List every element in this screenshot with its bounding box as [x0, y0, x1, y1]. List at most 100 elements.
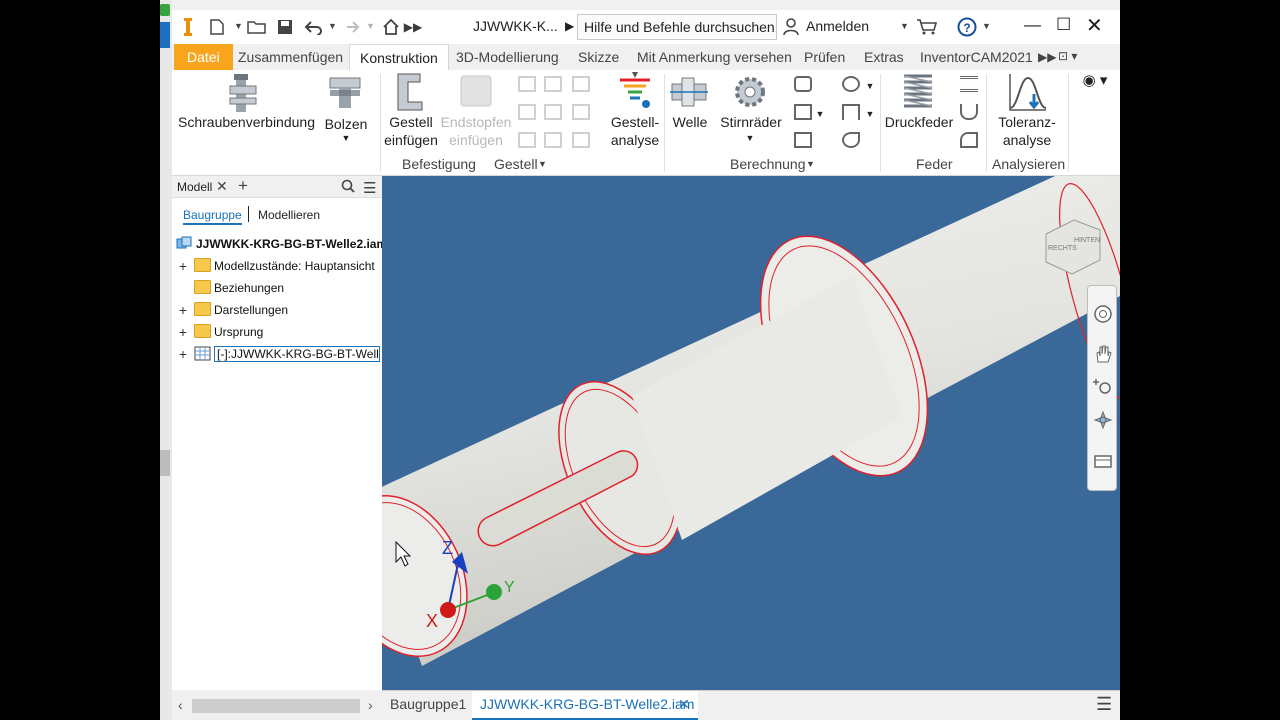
- subtab-modellieren[interactable]: Modellieren: [258, 208, 320, 222]
- user-icon[interactable]: [782, 16, 800, 38]
- gestell-analyse-icon[interactable]: [616, 72, 654, 112]
- feder-tool-icon[interactable]: [960, 76, 978, 92]
- expand-plus-icon[interactable]: +: [178, 258, 188, 274]
- resize-grip[interactable]: [160, 450, 170, 476]
- tree-item-darstellungen[interactable]: + Darstellungen: [172, 300, 382, 320]
- expand-plus-icon[interactable]: +: [178, 346, 188, 362]
- zoom-icon[interactable]: [1093, 376, 1113, 396]
- berechnung-tool-icon[interactable]: [842, 132, 860, 148]
- gestell-tool-icon[interactable]: [518, 76, 536, 92]
- gestell-tool-icon[interactable]: [572, 132, 590, 148]
- tree-root[interactable]: JJWWKK-KRG-BG-BT-Welle2.iam: [172, 234, 387, 254]
- tool-dropdown-icon[interactable]: ▼: [864, 106, 876, 123]
- endstopfen-icon[interactable]: [459, 74, 493, 108]
- title-arrow-icon[interactable]: ▶: [565, 19, 574, 33]
- toleranzanalyse-label-1[interactable]: Toleranz-: [988, 114, 1066, 131]
- panel-toggle-icon[interactable]: ⊡ ▾: [1058, 44, 1077, 70]
- maximize-icon[interactable]: ☐: [1056, 15, 1071, 35]
- home-icon[interactable]: [380, 16, 402, 38]
- gestell-tool-icon[interactable]: [518, 104, 536, 120]
- berechnung-tool-icon[interactable]: [794, 132, 812, 148]
- tab-mit-anmerkung[interactable]: Mit Anmerkung versehen: [637, 44, 792, 70]
- toleranzanalyse-icon[interactable]: [1008, 72, 1048, 112]
- browser-tab-modell[interactable]: Modell: [177, 180, 212, 194]
- scrollbar-thumb[interactable]: [192, 699, 360, 713]
- help-search-input[interactable]: Hilfe und Befehle durchsuchen...: [577, 14, 777, 40]
- steering-wheel-icon[interactable]: [1093, 304, 1113, 324]
- berechnung-tool-icon[interactable]: [794, 104, 812, 120]
- help-dropdown-icon[interactable]: ▼: [982, 21, 991, 31]
- endstopfen-label-1[interactable]: Endstopfen: [434, 114, 518, 131]
- stirnraeder-icon[interactable]: [730, 72, 770, 112]
- expand-plus-icon[interactable]: +: [178, 302, 188, 318]
- tab-inventorcam[interactable]: InventorCAM2021: [920, 44, 1033, 70]
- feder-tool-icon[interactable]: [960, 104, 978, 120]
- berechnung-tool-icon[interactable]: [794, 76, 812, 92]
- gestell-tool-icon[interactable]: [544, 104, 562, 120]
- berechnung-group-dropdown-icon[interactable]: ▼: [806, 159, 815, 169]
- help-icon[interactable]: ?: [956, 16, 978, 38]
- inventor-logo-icon[interactable]: [178, 16, 198, 38]
- tab-skizze[interactable]: Skizze: [578, 44, 619, 70]
- browser-add-icon[interactable]: +: [238, 176, 248, 196]
- pan-hand-icon[interactable]: [1093, 344, 1113, 364]
- stirnraeder-button[interactable]: Stirnräder: [718, 114, 784, 131]
- view-face-icon[interactable]: [1093, 452, 1113, 470]
- berechnung-tool-icon[interactable]: [842, 76, 860, 92]
- undo-icon[interactable]: [302, 16, 324, 38]
- tab-3d-modellierung[interactable]: 3D-Modellierung: [456, 44, 559, 70]
- doc-tab-close-icon[interactable]: ✕: [678, 696, 690, 713]
- gestell-analyse-label-2[interactable]: analyse: [602, 132, 668, 149]
- search-icon[interactable]: [341, 179, 355, 193]
- gestell-group-dropdown-icon[interactable]: ▼: [538, 159, 547, 169]
- tree-item-rename-field[interactable]: [-]:JJWWKK-KRG-BG-BT-Welle2:1: [214, 346, 380, 362]
- more-commands-icon[interactable]: ▶▶: [404, 16, 422, 38]
- viewcube-face-left[interactable]: RECHTS: [1048, 245, 1077, 252]
- schraubenverbindung-button[interactable]: Schraubenverbindung: [178, 114, 315, 131]
- redo-dropdown-icon[interactable]: ▼: [366, 21, 375, 31]
- save-icon[interactable]: [274, 16, 296, 38]
- tool-dropdown-icon[interactable]: ▼: [864, 78, 876, 95]
- browser-menu-icon[interactable]: ☰: [363, 179, 376, 197]
- stirnraeder-dropdown-icon[interactable]: ▼: [742, 130, 758, 147]
- viewcube-face-right[interactable]: HINTEN: [1074, 237, 1100, 244]
- gestell-einfuegen-icon[interactable]: [394, 72, 428, 112]
- doc-tab-baugruppe1[interactable]: Baugruppe1: [382, 691, 474, 720]
- schraubenverbindung-icon[interactable]: [226, 74, 266, 114]
- close-window-icon[interactable]: ✕: [1086, 13, 1103, 38]
- new-dropdown-icon[interactable]: ▼: [234, 21, 243, 31]
- tree-item-beziehungen[interactable]: Beziehungen: [172, 278, 382, 298]
- panel-options-icon[interactable]: ◉ ▾: [1078, 72, 1112, 89]
- tool-dropdown-icon[interactable]: ▼: [814, 106, 826, 123]
- toleranzanalyse-label-2[interactable]: analyse: [988, 132, 1066, 149]
- tree-item-welle-part[interactable]: + [-]:JJWWKK-KRG-BG-BT-Welle2:1: [172, 344, 382, 364]
- more-tabs-icon[interactable]: ▶▶: [1038, 44, 1056, 70]
- scroll-right-icon[interactable]: ›: [368, 697, 373, 713]
- new-file-icon[interactable]: [206, 16, 228, 38]
- minimize-icon[interactable]: —: [1024, 15, 1041, 35]
- undo-dropdown-icon[interactable]: ▼: [328, 21, 337, 31]
- druckfeder-icon[interactable]: [900, 72, 936, 114]
- browser-scrollbar[interactable]: ‹ ›: [172, 694, 382, 718]
- tab-zusammenfuegen[interactable]: Zusammenfügen: [238, 44, 343, 70]
- gestell-tool-icon[interactable]: [518, 132, 536, 148]
- 3d-viewport[interactable]: X Y Z RECHTS HINTEN: [382, 176, 1120, 690]
- gestell-tool-icon[interactable]: [572, 76, 590, 92]
- browser-close-icon[interactable]: ✕: [216, 178, 228, 195]
- druckfeder-button[interactable]: Druckfeder: [884, 114, 954, 131]
- endstopfen-label-2[interactable]: einfügen: [434, 132, 518, 149]
- doc-tab-welle2[interactable]: JJWWKK-KRG-BG-BT-Welle2.iam ✕: [472, 691, 698, 720]
- tab-extras[interactable]: Extras: [864, 44, 904, 70]
- berechnung-tool-icon[interactable]: [842, 104, 860, 120]
- doc-tabs-menu-icon[interactable]: ☰: [1096, 694, 1112, 715]
- orbit-icon[interactable]: [1093, 410, 1113, 430]
- tab-pruefen[interactable]: Prüfen: [804, 44, 845, 70]
- expand-plus-icon[interactable]: +: [178, 324, 188, 340]
- gestell-analyse-label-1[interactable]: Gestell-: [602, 114, 668, 131]
- scroll-left-icon[interactable]: ‹: [178, 697, 183, 713]
- gestell-tool-icon[interactable]: [544, 76, 562, 92]
- gestell-tool-icon[interactable]: [572, 104, 590, 120]
- redo-icon[interactable]: [340, 16, 362, 38]
- tree-item-modellzustaende[interactable]: + Modellzustände: Hauptansicht: [172, 256, 382, 276]
- gestell-tool-icon[interactable]: [544, 132, 562, 148]
